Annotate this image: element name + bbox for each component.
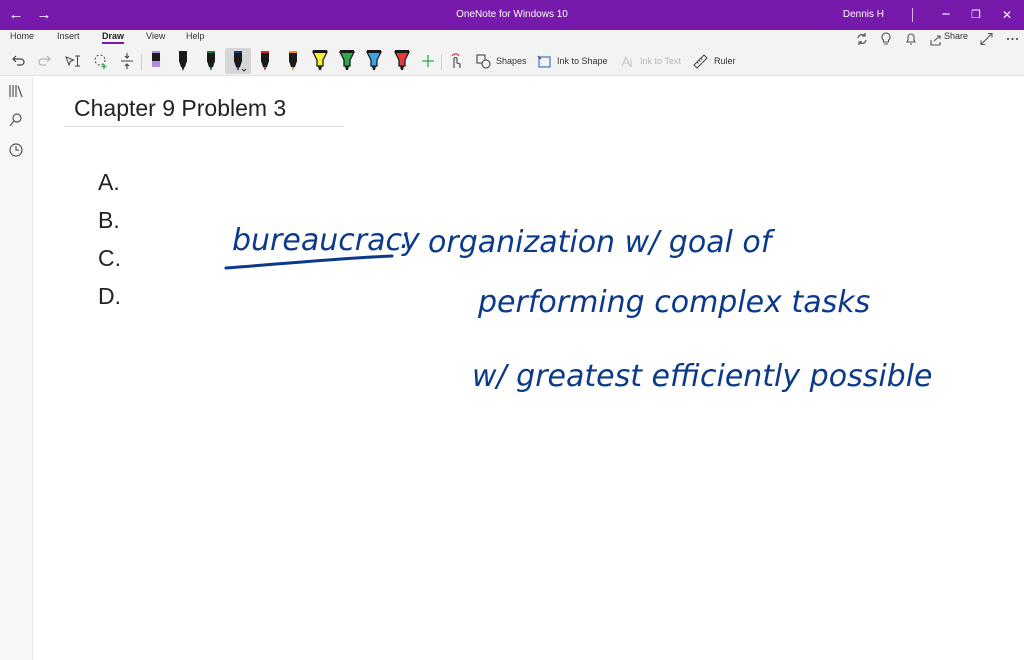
pen-1[interactable] <box>148 49 164 73</box>
highlighter-icon <box>365 50 383 70</box>
expand-icon[interactable] <box>980 31 993 47</box>
redo-icon[interactable] <box>37 50 53 72</box>
draw-toolbar: Shapes Ink to Shape Ink to Text Ruler <box>0 46 1024 76</box>
outline-item-d[interactable]: D. <box>98 283 121 310</box>
search-icon[interactable] <box>8 112 24 128</box>
ink-to-shape-icon <box>537 55 551 68</box>
user-name[interactable]: Dennis H <box>843 0 884 30</box>
lightbulb-icon[interactable] <box>880 31 892 47</box>
pen-icon <box>261 51 269 71</box>
lasso-select-icon[interactable] <box>92 50 110 72</box>
title-bar: ← → OneNote for Windows 10 Dennis H − ❐ … <box>0 0 1024 30</box>
pen-5[interactable] <box>257 49 273 73</box>
ribbon-tabs: Home Insert Draw View Help Share <box>0 30 1024 46</box>
pen-3[interactable] <box>203 49 219 73</box>
shapes-icon <box>476 53 491 69</box>
outline-item-b[interactable]: B. <box>98 207 120 234</box>
pen-icon <box>152 51 160 67</box>
touch-drawing-icon[interactable] <box>448 50 464 72</box>
undo-icon[interactable] <box>10 50 26 72</box>
title-separator <box>912 8 913 22</box>
pen-2[interactable] <box>175 49 191 73</box>
outline-item-c[interactable]: C. <box>98 245 121 272</box>
toolbar-separator <box>141 54 142 70</box>
tab-help[interactable]: Help <box>186 31 205 41</box>
page-title-underline <box>64 126 344 127</box>
note-page[interactable]: Chapter 9 Problem 3 A. B. C. D. <box>34 77 1024 660</box>
highlighter-8[interactable] <box>338 49 356 73</box>
more-options-icon[interactable] <box>1006 31 1019 47</box>
highlighter-icon <box>393 50 411 70</box>
tab-view[interactable]: View <box>146 31 165 41</box>
add-pen-icon[interactable] <box>421 50 435 72</box>
pen-icon <box>207 51 215 71</box>
pen-icon <box>179 51 187 71</box>
tab-home[interactable]: Home <box>10 31 34 41</box>
ink-to-text-label: Ink to Text <box>640 56 681 66</box>
highlighter-9[interactable] <box>365 49 383 73</box>
add-space-icon[interactable] <box>119 50 135 72</box>
tab-insert[interactable]: Insert <box>57 31 80 41</box>
type-select-icon[interactable] <box>64 50 82 72</box>
pen-4[interactable] <box>225 48 251 74</box>
highlighter-7[interactable] <box>311 49 329 73</box>
sync-icon[interactable] <box>855 31 869 47</box>
outline-item-a[interactable]: A. <box>98 169 120 196</box>
recent-clock-icon[interactable] <box>8 142 24 158</box>
shapes-label: Shapes <box>496 56 527 66</box>
pen-6[interactable] <box>285 49 301 73</box>
navigation-sidebar <box>0 77 33 660</box>
pen-icon <box>234 51 247 72</box>
highlighter-10[interactable] <box>393 49 411 73</box>
page-title[interactable]: Chapter 9 Problem 3 <box>74 95 286 122</box>
ink-to-text-icon <box>621 55 632 67</box>
ink-to-shape-label: Ink to Shape <box>557 56 608 66</box>
ink-to-text-button[interactable]: Ink to Text <box>620 50 681 72</box>
notebooks-icon[interactable] <box>8 83 24 99</box>
bell-icon[interactable] <box>905 31 917 47</box>
minimize-button[interactable]: − <box>932 0 960 30</box>
ink-to-shape-button[interactable]: Ink to Shape <box>537 50 608 72</box>
ruler-button[interactable]: Ruler <box>693 50 736 72</box>
restore-button[interactable]: ❐ <box>962 0 990 30</box>
ruler-label: Ruler <box>714 56 736 66</box>
highlighter-icon <box>311 50 329 70</box>
toolbar-separator <box>441 54 442 70</box>
pen-icon <box>289 51 297 71</box>
highlighter-icon <box>338 50 356 70</box>
tab-draw[interactable]: Draw <box>102 31 125 44</box>
ruler-icon <box>693 53 708 69</box>
share-button[interactable]: Share <box>944 31 968 41</box>
close-button[interactable]: ✕ <box>993 0 1021 30</box>
shapes-button[interactable]: Shapes <box>476 50 527 72</box>
